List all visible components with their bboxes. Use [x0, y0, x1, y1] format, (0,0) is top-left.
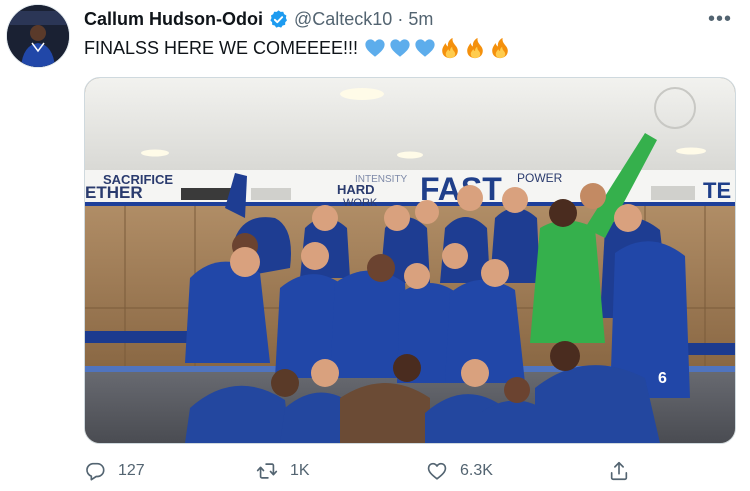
tweet-header: Callum Hudson-Odoi @Calteck10 · 5m [84, 7, 433, 31]
avatar[interactable] [6, 4, 70, 68]
like-count: 6.3K [460, 462, 493, 479]
timestamp[interactable]: 5m [408, 9, 433, 30]
author-name[interactable]: Callum Hudson-Odoi [84, 9, 263, 30]
retweet-count: 1K [290, 462, 310, 479]
reply-count: 127 [118, 462, 145, 479]
more-options-icon[interactable]: ••• [708, 8, 732, 31]
tweet[interactable]: Callum Hudson-Odoi @Calteck10 · 5m ••• F… [0, 0, 750, 491]
fire-icon [439, 37, 461, 59]
share-button[interactable] [608, 458, 630, 484]
tweet-text-content: FINALSS HERE WE COMEEEE!!! [84, 37, 359, 58]
retweet-button[interactable]: 1K [256, 458, 310, 484]
blue-heart-icon [364, 37, 386, 59]
tweet-text: FINALSS HERE WE COMEEEE!!! [84, 37, 511, 59]
separator-dot: · [397, 8, 404, 29]
share-icon [608, 460, 630, 482]
wall-word: ETHER [85, 183, 143, 202]
verified-badge-icon [268, 9, 289, 30]
wall-word: POWER [517, 171, 563, 185]
blue-heart-icon [414, 37, 436, 59]
kit-number: 6 [658, 370, 667, 387]
fire-icon [489, 37, 511, 59]
retweet-icon [256, 460, 278, 482]
reply-icon [84, 460, 106, 482]
blue-heart-icon [389, 37, 411, 59]
wall-word: INTENSITY [355, 174, 408, 185]
author-handle[interactable]: @Calteck10 [294, 9, 392, 30]
wall-word: TE [703, 178, 731, 203]
like-button[interactable]: 6.3K [426, 458, 493, 484]
emoji-row [364, 37, 511, 59]
tweet-photo[interactable]: SACRIFICE ETHER HARD WORK INTENSITY FAST… [84, 77, 736, 444]
fire-icon [464, 37, 486, 59]
heart-icon [426, 460, 448, 482]
tweet-actions: 127 1K 6.3K [84, 458, 644, 484]
reply-button[interactable]: 127 [84, 458, 145, 484]
